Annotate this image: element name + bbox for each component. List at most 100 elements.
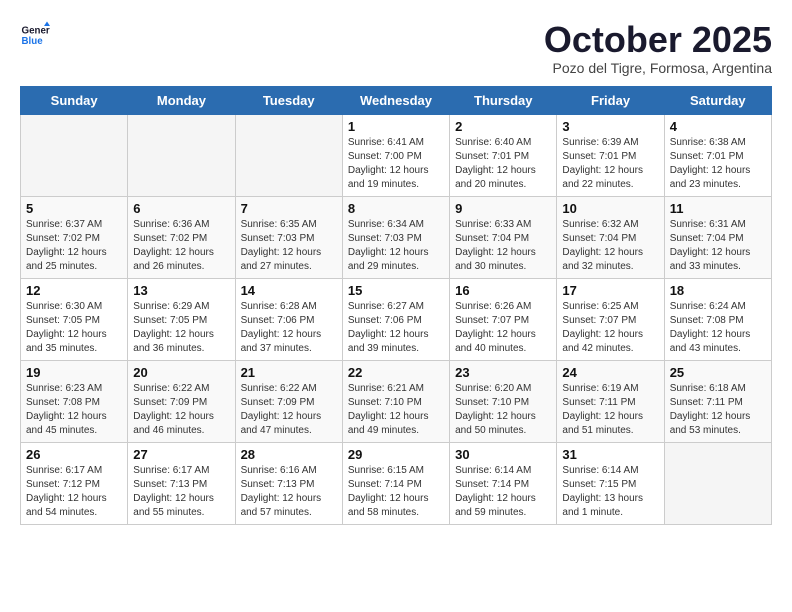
calendar-cell: 14 Sunrise: 6:28 AM Sunset: 7:06 PM Dayli…: [235, 278, 342, 360]
day-number: 27: [133, 447, 229, 462]
day-number: 20: [133, 365, 229, 380]
day-number: 11: [670, 201, 766, 216]
day-of-week-header: Sunday: [21, 86, 128, 114]
day-number: 21: [241, 365, 337, 380]
calendar-cell: [128, 114, 235, 196]
page-header: General Blue October 2025 Pozo del Tigre…: [20, 20, 772, 76]
calendar-cell: 6 Sunrise: 6:36 AM Sunset: 7:02 PM Daylig…: [128, 196, 235, 278]
day-number: 13: [133, 283, 229, 298]
calendar-cell: 10 Sunrise: 6:32 AM Sunset: 7:04 PM Dayli…: [557, 196, 664, 278]
day-info: Sunrise: 6:39 AM Sunset: 7:01 PM Dayligh…: [562, 136, 658, 192]
day-number: 19: [26, 365, 122, 380]
day-info: Sunrise: 6:17 AM Sunset: 7:12 PM Dayligh…: [26, 464, 122, 520]
day-info: Sunrise: 6:34 AM Sunset: 7:03 PM Dayligh…: [348, 218, 444, 274]
calendar-cell: 23Sunrise: 6:20 AM Sunset: 7:10 PM Dayli…: [450, 360, 557, 442]
day-info: Sunrise: 6:41 AM Sunset: 7:00 PM Dayligh…: [348, 136, 444, 192]
calendar-week-row: 26 Sunrise: 6:17 AM Sunset: 7:12 PM Dayli…: [21, 442, 772, 524]
calendar-cell: 12Sunrise: 6:30 AM Sunset: 7:05 PM Dayli…: [21, 278, 128, 360]
day-number: 4: [670, 119, 766, 134]
day-info: Sunrise: 6:29 AM Sunset: 7:05 PM Dayligh…: [133, 300, 229, 356]
calendar-cell: 1 Sunrise: 6:41 AM Sunset: 7:00 PM Daylig…: [342, 114, 449, 196]
svg-text:General: General: [22, 26, 51, 37]
calendar-cell: 18 Sunrise: 6:24 AM Sunset: 7:08 PM Dayli…: [664, 278, 771, 360]
day-number: 23: [455, 365, 551, 380]
day-info: Sunrise: 6:18 AM Sunset: 7:11 PM Dayligh…: [670, 382, 766, 438]
calendar-cell: 24Sunrise: 6:19 AM Sunset: 7:11 PM Dayli…: [557, 360, 664, 442]
calendar-cell: 26 Sunrise: 6:17 AM Sunset: 7:12 PM Dayli…: [21, 442, 128, 524]
day-info: Sunrise: 6:38 AM Sunset: 7:01 PM Dayligh…: [670, 136, 766, 192]
title-block: October 2025 Pozo del Tigre, Formosa, Ar…: [544, 20, 772, 76]
calendar-cell: 30 Sunrise: 6:14 AM Sunset: 7:14 PM Dayli…: [450, 442, 557, 524]
day-number: 26: [26, 447, 122, 462]
day-info: Sunrise: 6:14 AM Sunset: 7:14 PM Dayligh…: [455, 464, 551, 520]
calendar-cell: 4 Sunrise: 6:38 AM Sunset: 7:01 PM Daylig…: [664, 114, 771, 196]
calendar-week-row: 1 Sunrise: 6:41 AM Sunset: 7:00 PM Daylig…: [21, 114, 772, 196]
calendar-cell: [21, 114, 128, 196]
calendar-cell: 27 Sunrise: 6:17 AM Sunset: 7:13 PM Dayli…: [128, 442, 235, 524]
day-info: Sunrise: 6:37 AM Sunset: 7:02 PM Dayligh…: [26, 218, 122, 274]
day-number: 22: [348, 365, 444, 380]
day-of-week-header: Friday: [557, 86, 664, 114]
calendar-cell: 29Sunrise: 6:15 AM Sunset: 7:14 PM Dayli…: [342, 442, 449, 524]
calendar-cell: 31 Sunrise: 6:14 AM Sunset: 7:15 PM Dayli…: [557, 442, 664, 524]
calendar-cell: 25Sunrise: 6:18 AM Sunset: 7:11 PM Dayli…: [664, 360, 771, 442]
day-number: 14: [241, 283, 337, 298]
day-info: Sunrise: 6:23 AM Sunset: 7:08 PM Dayligh…: [26, 382, 122, 438]
calendar-table: SundayMondayTuesdayWednesdayThursdayFrid…: [20, 86, 772, 525]
day-number: 6: [133, 201, 229, 216]
day-number: 29: [348, 447, 444, 462]
day-number: 3: [562, 119, 658, 134]
day-info: Sunrise: 6:26 AM Sunset: 7:07 PM Dayligh…: [455, 300, 551, 356]
day-info: Sunrise: 6:28 AM Sunset: 7:06 PM Dayligh…: [241, 300, 337, 356]
day-number: 24: [562, 365, 658, 380]
day-info: Sunrise: 6:32 AM Sunset: 7:04 PM Dayligh…: [562, 218, 658, 274]
day-of-week-header: Wednesday: [342, 86, 449, 114]
day-number: 28: [241, 447, 337, 462]
day-info: Sunrise: 6:14 AM Sunset: 7:15 PM Dayligh…: [562, 464, 658, 520]
day-number: 30: [455, 447, 551, 462]
day-number: 2: [455, 119, 551, 134]
calendar-cell: 5 Sunrise: 6:37 AM Sunset: 7:02 PM Daylig…: [21, 196, 128, 278]
calendar-cell: 13 Sunrise: 6:29 AM Sunset: 7:05 PM Dayli…: [128, 278, 235, 360]
day-info: Sunrise: 6:35 AM Sunset: 7:03 PM Dayligh…: [241, 218, 337, 274]
calendar-cell: [235, 114, 342, 196]
day-of-week-header: Saturday: [664, 86, 771, 114]
day-info: Sunrise: 6:22 AM Sunset: 7:09 PM Dayligh…: [133, 382, 229, 438]
day-info: Sunrise: 6:40 AM Sunset: 7:01 PM Dayligh…: [455, 136, 551, 192]
calendar-cell: 17 Sunrise: 6:25 AM Sunset: 7:07 PM Dayli…: [557, 278, 664, 360]
day-of-week-header: Thursday: [450, 86, 557, 114]
day-number: 1: [348, 119, 444, 134]
calendar-cell: 15Sunrise: 6:27 AM Sunset: 7:06 PM Dayli…: [342, 278, 449, 360]
day-info: Sunrise: 6:31 AM Sunset: 7:04 PM Dayligh…: [670, 218, 766, 274]
day-info: Sunrise: 6:16 AM Sunset: 7:13 PM Dayligh…: [241, 464, 337, 520]
day-info: Sunrise: 6:24 AM Sunset: 7:08 PM Dayligh…: [670, 300, 766, 356]
day-number: 16: [455, 283, 551, 298]
location-subtitle: Pozo del Tigre, Formosa, Argentina: [544, 60, 772, 76]
day-number: 5: [26, 201, 122, 216]
day-number: 12: [26, 283, 122, 298]
calendar-cell: 16 Sunrise: 6:26 AM Sunset: 7:07 PM Dayli…: [450, 278, 557, 360]
day-number: 18: [670, 283, 766, 298]
day-info: Sunrise: 6:27 AM Sunset: 7:06 PM Dayligh…: [348, 300, 444, 356]
day-info: Sunrise: 6:25 AM Sunset: 7:07 PM Dayligh…: [562, 300, 658, 356]
calendar-cell: 2 Sunrise: 6:40 AM Sunset: 7:01 PM Daylig…: [450, 114, 557, 196]
calendar-cell: 8Sunrise: 6:34 AM Sunset: 7:03 PM Daylig…: [342, 196, 449, 278]
day-info: Sunrise: 6:33 AM Sunset: 7:04 PM Dayligh…: [455, 218, 551, 274]
logo-icon: General Blue: [20, 20, 50, 50]
calendar-week-row: 19 Sunrise: 6:23 AM Sunset: 7:08 PM Dayli…: [21, 360, 772, 442]
calendar-cell: 21Sunrise: 6:22 AM Sunset: 7:09 PM Dayli…: [235, 360, 342, 442]
day-number: 9: [455, 201, 551, 216]
calendar-cell: 7Sunrise: 6:35 AM Sunset: 7:03 PM Daylig…: [235, 196, 342, 278]
day-info: Sunrise: 6:36 AM Sunset: 7:02 PM Dayligh…: [133, 218, 229, 274]
day-info: Sunrise: 6:17 AM Sunset: 7:13 PM Dayligh…: [133, 464, 229, 520]
calendar-cell: 19 Sunrise: 6:23 AM Sunset: 7:08 PM Dayli…: [21, 360, 128, 442]
calendar-cell: 20 Sunrise: 6:22 AM Sunset: 7:09 PM Dayli…: [128, 360, 235, 442]
day-number: 31: [562, 447, 658, 462]
day-number: 17: [562, 283, 658, 298]
calendar-week-row: 5 Sunrise: 6:37 AM Sunset: 7:02 PM Daylig…: [21, 196, 772, 278]
calendar-cell: 11 Sunrise: 6:31 AM Sunset: 7:04 PM Dayli…: [664, 196, 771, 278]
day-of-week-header: Monday: [128, 86, 235, 114]
day-number: 10: [562, 201, 658, 216]
month-title: October 2025: [544, 20, 772, 60]
calendar-cell: 22Sunrise: 6:21 AM Sunset: 7:10 PM Dayli…: [342, 360, 449, 442]
